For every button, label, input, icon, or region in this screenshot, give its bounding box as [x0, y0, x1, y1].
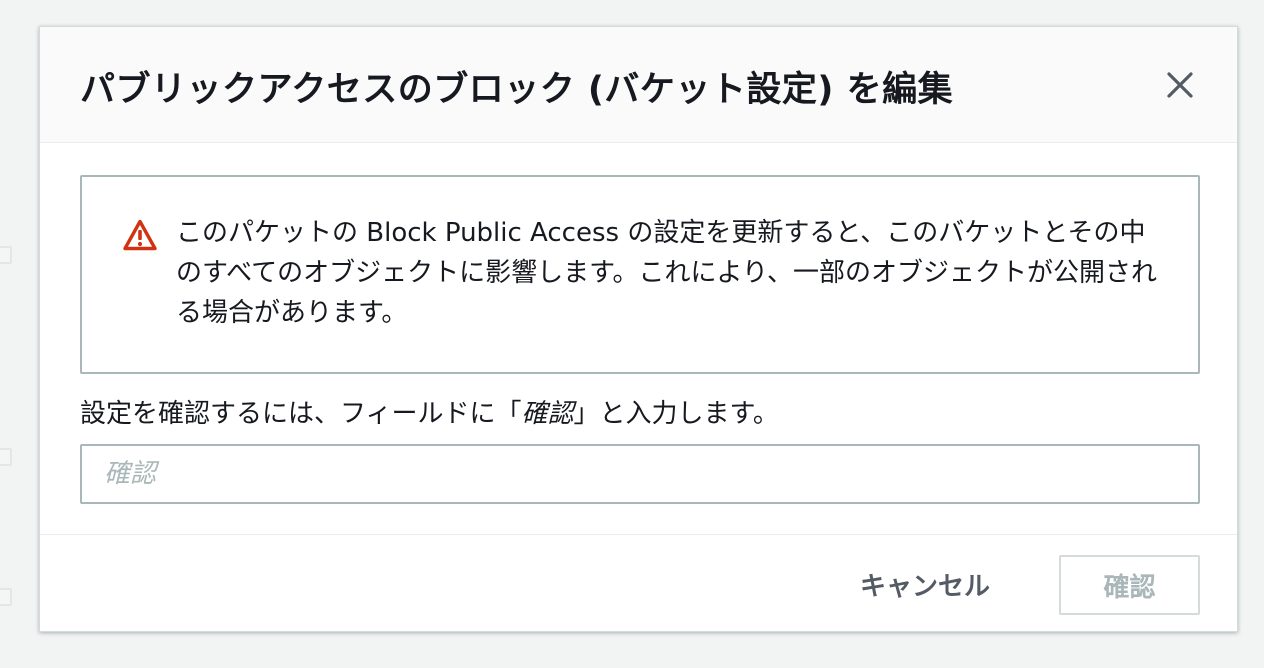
cancel-button[interactable]: キャンセル	[840, 563, 1010, 605]
warning-alert: このパケットの Block Public Access の設定を更新すると、この…	[80, 175, 1200, 374]
confirm-keyword: 確認	[521, 399, 574, 429]
modal-title: パブリックアクセスのブロック (バケット設定) を編集	[80, 70, 954, 110]
confirm-instruction-before: 設定を確認するには、フィールドに「	[80, 399, 522, 429]
close-icon	[1167, 72, 1193, 98]
confirm-button[interactable]: 確認	[1059, 555, 1200, 615]
confirm-instruction: 設定を確認するには、フィールドに「確認」と入力します。	[80, 393, 779, 430]
close-button[interactable]	[1160, 65, 1200, 105]
confirm-input[interactable]	[80, 444, 1200, 504]
confirm-instruction-after: 」と入力します。	[573, 399, 779, 429]
modal-footer: キャンセル 確認	[40, 534, 1237, 632]
edit-block-public-access-modal: パブリックアクセスのブロック (バケット設定) を編集 このパケットの Bloc…	[39, 26, 1238, 632]
warning-icon	[123, 219, 157, 251]
warning-message: このパケットの Block Public Access の設定を更新すると、この…	[176, 218, 1157, 328]
modal-header: パブリックアクセスのブロック (バケット設定) を編集	[40, 27, 1237, 143]
